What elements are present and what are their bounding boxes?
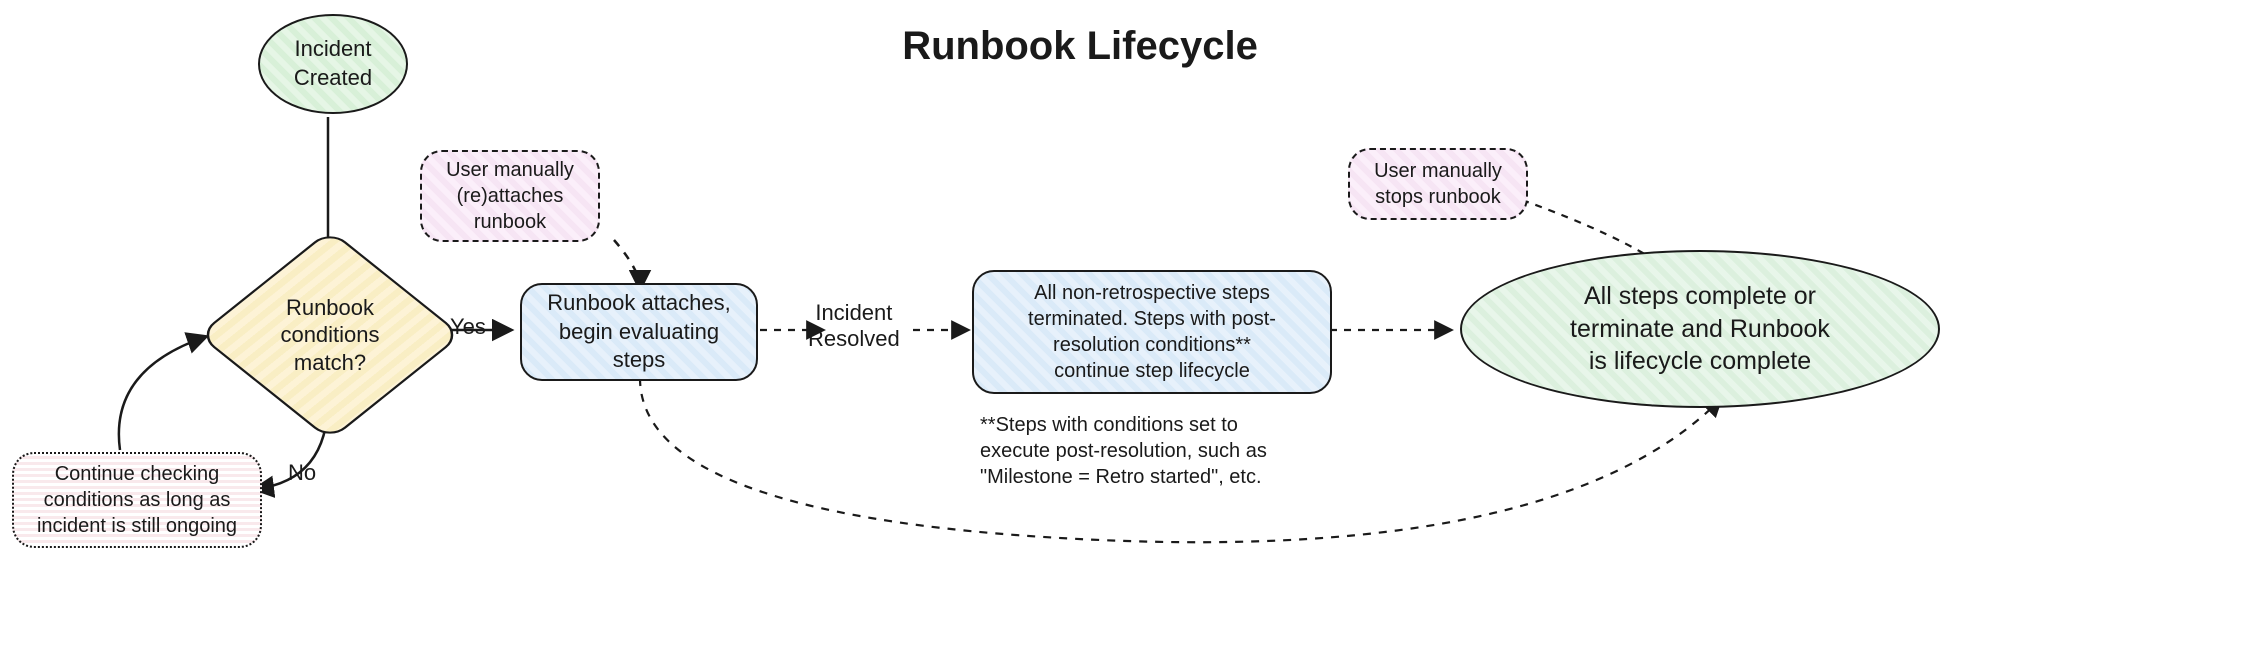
edge-label-yes: Yes	[450, 314, 486, 340]
node-continue-checking: Continue checking conditions as long as …	[12, 452, 262, 548]
edge-label-no: No	[288, 460, 316, 486]
node-decision-label: Runbook conditions match?	[255, 260, 405, 410]
node-user-manually-attaches: User manually (re)attaches runbook	[420, 150, 600, 242]
node-runbook-attaches-label: Runbook attaches, begin evaluating steps	[547, 289, 730, 375]
node-post-resolution-steps: All non-retrospective steps terminated. …	[972, 270, 1332, 394]
node-continue-checking-label: Continue checking conditions as long as …	[37, 461, 237, 539]
node-post-resolution-steps-label: All non-retrospective steps terminated. …	[1028, 280, 1276, 384]
node-user-manually-stops-label: User manually stops runbook	[1374, 158, 1502, 210]
node-lifecycle-complete-label: All steps complete or terminate and Runb…	[1570, 280, 1830, 378]
node-decision-conditions-match: Runbook conditions match?	[255, 260, 405, 410]
node-lifecycle-complete: All steps complete or terminate and Runb…	[1460, 250, 1940, 408]
node-incident-created-label: Incident Created	[294, 35, 372, 92]
node-incident-created: Incident Created	[258, 14, 408, 114]
node-user-manually-stops: User manually stops runbook	[1348, 148, 1528, 220]
node-user-manually-attaches-label: User manually (re)attaches runbook	[446, 157, 574, 235]
edge-label-incident-resolved: Incident Resolved	[808, 300, 900, 353]
runbook-lifecycle-diagram: { "title": "Runbook Lifecycle", "nodes":…	[0, 0, 2244, 661]
footnote-post-resolution: **Steps with conditions set to execute p…	[980, 412, 1360, 490]
node-runbook-attaches: Runbook attaches, begin evaluating steps	[520, 283, 758, 381]
diagram-title: Runbook Lifecycle	[890, 24, 1270, 69]
